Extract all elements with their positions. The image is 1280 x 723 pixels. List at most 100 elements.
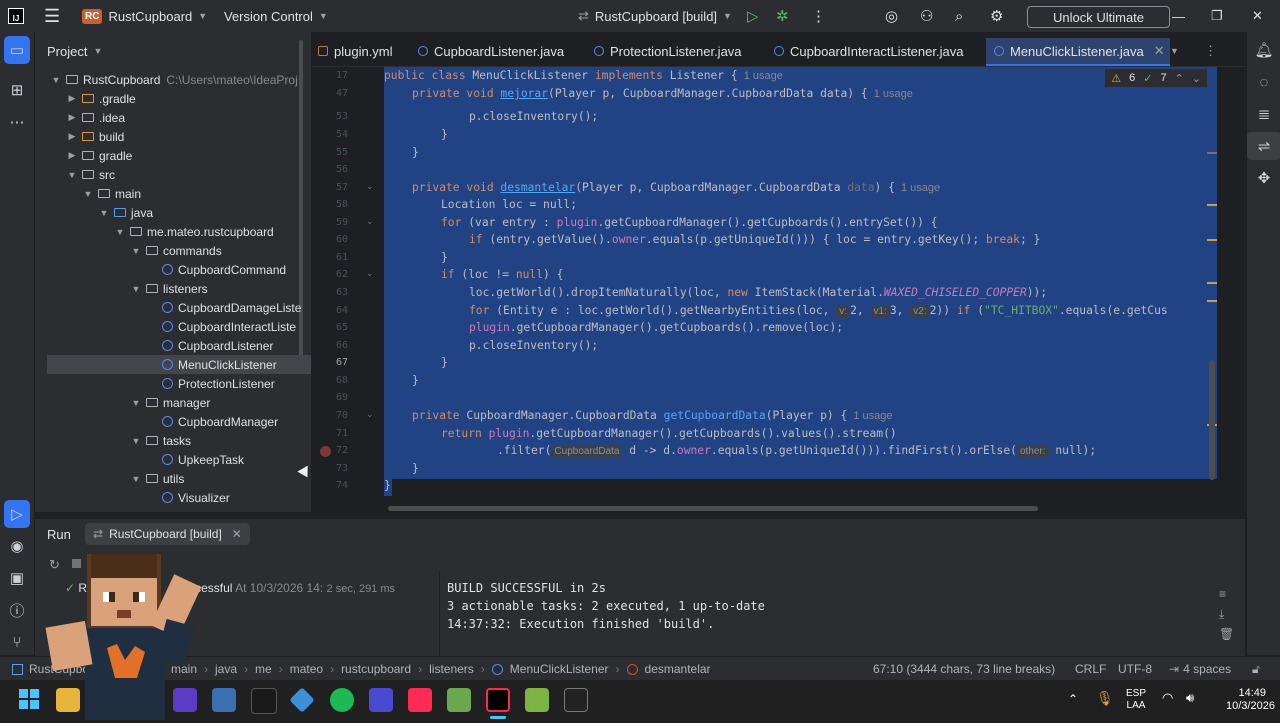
tree-item-manager[interactable]: ▼ manager xyxy=(35,393,311,412)
lock-icon[interactable]: 🔓︎ xyxy=(1252,657,1260,681)
breakpoint-icon[interactable] xyxy=(320,446,331,457)
run-config-selector[interactable]: ⇄ RustCupboard [build] ▼ xyxy=(578,0,732,32)
tree-item-cupboard-listener[interactable]: CupboardListener xyxy=(35,336,311,355)
maximize-button[interactable]: ❐ xyxy=(1211,0,1223,32)
fold-icon[interactable]: ⌄ xyxy=(366,268,374,279)
tree-item-utils[interactable]: ▼ utils xyxy=(35,469,311,488)
fold-icon[interactable]: ⌄ xyxy=(366,409,374,420)
indent-setting[interactable]: ⇥ 4 spaces xyxy=(1169,657,1231,681)
tree-item-idea[interactable]: ▶ .idea xyxy=(35,108,311,127)
code-area[interactable]: public class MenuClickListener implement… xyxy=(384,67,1217,512)
line-separator[interactable]: CRLF xyxy=(1075,657,1106,681)
tab-cupboard-listener[interactable]: CupboardListener.java xyxy=(418,38,578,64)
run-button[interactable]: ▷ xyxy=(747,0,759,32)
previous-problem-icon[interactable]: ⌃ xyxy=(1175,72,1184,85)
tabs-dropdown-icon[interactable]: ▼ xyxy=(1170,38,1186,64)
clear-icon[interactable]: 🗑︎ xyxy=(1219,627,1234,641)
tree-item-project-root[interactable]: ▼ RustCupboard C:\Users\mateo\IdeaProj xyxy=(35,70,311,89)
tree-item-visualizer[interactable]: Visualizer xyxy=(35,488,311,507)
code-editor[interactable]: 17 47 53 54 55 56 57 58 59 60 61 62 63 6… xyxy=(312,67,1217,512)
minecraft-icon[interactable] xyxy=(447,688,471,712)
tree-item-cupboard-interact-listener[interactable]: CupboardInteractListe xyxy=(35,317,311,336)
editor-horizontal-scrollbar[interactable] xyxy=(388,506,1038,511)
breadcrumb-item[interactable]: rustcupboard xyxy=(341,662,411,676)
search-icon[interactable]: ⌕ xyxy=(955,0,963,32)
next-problem-icon[interactable]: ⌄ xyxy=(1192,72,1201,85)
tree-item-build[interactable]: ▶ build xyxy=(35,127,311,146)
gradle-tool-icon[interactable]: ⇌ xyxy=(1247,132,1280,160)
microphone-icon[interactable]: 🎙︎ xyxy=(1096,690,1114,707)
terminal-app-icon[interactable] xyxy=(564,688,588,712)
tree-item-cupboard-manager[interactable]: CupboardManager xyxy=(35,412,311,431)
vcs-menu[interactable]: Version Control ▼ xyxy=(224,0,328,32)
tree-item-main[interactable]: ▼ main xyxy=(35,184,311,203)
app-icon[interactable] xyxy=(369,688,393,712)
debug-button[interactable]: ✲ xyxy=(776,0,789,32)
tab-cupboard-interact-listener[interactable]: CupboardInteractListener.java xyxy=(774,38,974,64)
editor-vertical-scrollbar[interactable] xyxy=(1209,360,1215,480)
breadcrumb-item[interactable]: listeners xyxy=(429,662,474,676)
structure-tool-icon[interactable]: ⊞ xyxy=(0,76,34,104)
wifi-icon[interactable]: ◠ xyxy=(1162,690,1173,706)
language-indicator[interactable]: ESP LAA xyxy=(1126,688,1146,712)
usage-hint[interactable]: 1 usage xyxy=(744,70,783,82)
git-tool-icon[interactable]: ⑂ xyxy=(0,628,34,656)
project-panel-header[interactable]: Project ▼ xyxy=(47,42,102,60)
breadcrumb-item[interactable]: me xyxy=(255,662,272,676)
usage-hint[interactable]: 1 usage xyxy=(853,410,892,422)
windows-start-icon[interactable] xyxy=(18,688,42,712)
inspection-widget[interactable]: ⚠ 6 ✓ 7 ⌃ ⌄ xyxy=(1105,69,1207,87)
volume-icon[interactable]: 🔊︎ xyxy=(1186,690,1194,706)
run-config-tab[interactable]: ⇄ RustCupboard [build] ✕ xyxy=(85,523,250,545)
tree-item-upkeep-task[interactable]: UpkeepTask xyxy=(35,450,311,469)
breadcrumb-item[interactable]: java xyxy=(215,662,237,676)
tree-item-cupboard-command[interactable]: CupboardCommand xyxy=(35,260,311,279)
spotify-icon[interactable] xyxy=(330,688,354,712)
tray-expand-icon[interactable]: ⌃ xyxy=(1068,692,1078,706)
terminal-tool-icon[interactable]: ▣ xyxy=(0,564,34,592)
app-logo-icon[interactable]: IJ xyxy=(8,0,24,32)
intellij-idea-icon[interactable] xyxy=(486,688,510,712)
more-actions-icon[interactable]: ⋮ xyxy=(811,0,826,32)
usage-hint[interactable]: 1 usage xyxy=(901,182,940,194)
caret-position[interactable]: 67:10 (3444 chars, 73 line breaks) xyxy=(873,657,1055,681)
add-user-icon[interactable]: ⚇ xyxy=(920,0,933,32)
app-icon[interactable] xyxy=(525,688,549,712)
usage-hint[interactable]: 1 usage xyxy=(874,88,913,100)
tree-item-tasks[interactable]: ▼ tasks xyxy=(35,431,311,450)
tree-item-commands[interactable]: ▼ commands xyxy=(35,241,311,260)
ai-chat-icon[interactable]: ◌ xyxy=(1247,68,1280,96)
close-window-button[interactable]: ✕ xyxy=(1252,0,1263,32)
clock[interactable]: 14:49 10/3/2026 xyxy=(1226,687,1275,713)
unlock-ultimate-button[interactable]: Unlock Ultimate xyxy=(1027,6,1170,28)
app-icon[interactable] xyxy=(212,688,236,712)
close-tab-icon[interactable]: ✕ xyxy=(1154,43,1165,59)
tree-item-package[interactable]: ▼ me.mateo.rustcupboard xyxy=(35,222,311,241)
tab-protection-listener[interactable]: ProtectionListener.java xyxy=(594,38,754,64)
project-tool-icon[interactable]: ▭ xyxy=(4,36,30,64)
ai-assistant-icon[interactable]: ◎ xyxy=(885,0,898,32)
breadcrumb-item[interactable]: desmantelar xyxy=(645,662,711,676)
tiktok-icon[interactable] xyxy=(408,688,432,712)
tab-menu-click-listener[interactable]: MenuClickListener.java ✕ xyxy=(986,38,1170,66)
more-tools-icon[interactable]: ⋯ xyxy=(0,108,34,136)
minimize-button[interactable]: — xyxy=(1172,0,1185,32)
main-menu-icon[interactable]: ☰ xyxy=(44,0,60,32)
run-tool-icon[interactable]: ▷ xyxy=(4,500,30,528)
tree-item-cupboard-damage-listener[interactable]: CupboardDamageListe xyxy=(35,298,311,317)
services-tool-icon[interactable]: ◉ xyxy=(0,532,34,560)
problems-tool-icon[interactable]: ⓘ xyxy=(0,596,34,624)
scroll-end-icon[interactable]: ⤓ xyxy=(1219,607,1224,622)
tree-item-gradle-cache[interactable]: ▶ .gradle xyxy=(35,89,311,108)
fold-icon[interactable]: ⌄ xyxy=(366,181,374,192)
settings-gear-icon[interactable]: ⚙ xyxy=(990,0,1003,32)
database-icon[interactable]: ≣ xyxy=(1247,100,1280,128)
plugins-tool-icon[interactable]: ✥ xyxy=(1247,164,1280,192)
tree-item-java[interactable]: ▼ java xyxy=(35,203,311,222)
terminal-app-icon[interactable] xyxy=(251,688,277,714)
tree-item-gradle[interactable]: ▶ gradle xyxy=(35,146,311,165)
file-encoding[interactable]: UTF-8 xyxy=(1118,657,1152,681)
project-switcher[interactable]: RC RustCupboard ▼ xyxy=(82,0,207,32)
app-icon[interactable] xyxy=(289,687,315,713)
tree-item-menu-click-listener[interactable]: MenuClickListener xyxy=(47,355,311,374)
